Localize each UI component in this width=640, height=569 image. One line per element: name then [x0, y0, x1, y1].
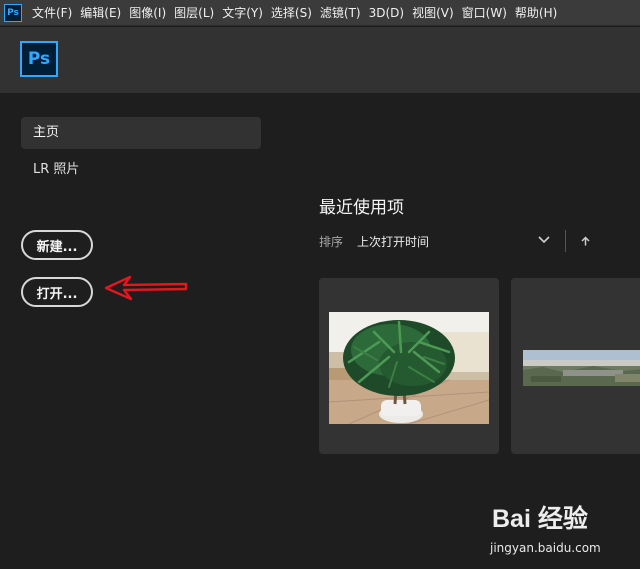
menu-select[interactable]: 选择(S)	[267, 0, 316, 26]
menu-type[interactable]: 文字(Y)	[218, 0, 267, 26]
left-arrow-icon	[104, 275, 188, 301]
watermark: Bai 经验 jingyan.baidu.com	[488, 497, 638, 569]
watermark-url: jingyan.baidu.com	[490, 541, 601, 555]
landscape-thumbnail	[523, 350, 640, 386]
menu-filter[interactable]: 滤镜(T)	[316, 0, 365, 26]
menu-edit[interactable]: 编辑(E)	[76, 0, 125, 26]
app-icon[interactable]: Ps	[4, 3, 22, 22]
menu-help[interactable]: 帮助(H)	[511, 0, 561, 26]
chevron-down-icon[interactable]	[538, 235, 550, 245]
arrow-up-icon[interactable]	[581, 236, 590, 246]
sort-dropdown[interactable]: 上次打开时间	[357, 233, 429, 250]
menu-window[interactable]: 窗口(W)	[458, 0, 511, 26]
menu-bar: Ps 文件(F) 编辑(E) 图像(I) 图层(L) 文字(Y) 选择(S) 滤…	[0, 0, 640, 26]
menu-layer[interactable]: 图层(L)	[170, 0, 218, 26]
potted-plant-thumbnail	[329, 312, 489, 424]
home-header: Ps	[0, 27, 640, 93]
menu-view[interactable]: 视图(V)	[408, 0, 458, 26]
recent-file-card[interactable]	[319, 278, 499, 454]
open-button[interactable]: 打开...	[21, 277, 93, 307]
recent-file-card[interactable]	[511, 278, 640, 454]
new-button[interactable]: 新建...	[21, 230, 93, 260]
menu-image[interactable]: 图像(I)	[125, 0, 170, 26]
menu-file[interactable]: 文件(F)	[28, 0, 76, 26]
recent-title: 最近使用项	[319, 198, 404, 218]
sidebar-item-home[interactable]: 主页	[21, 117, 261, 149]
photoshop-logo: Ps	[20, 41, 58, 77]
sidebar-item-lr-photos[interactable]: LR 照片	[21, 155, 261, 185]
home-body: 主页 LR 照片 新建... 打开... 最近使用项 排序 上次打开时间 Bai…	[0, 93, 640, 555]
watermark-brand: Bai 经验	[492, 505, 588, 533]
sort-divider	[565, 230, 566, 252]
sort-label: 排序	[319, 235, 344, 249]
menu-3d[interactable]: 3D(D)	[365, 0, 408, 26]
